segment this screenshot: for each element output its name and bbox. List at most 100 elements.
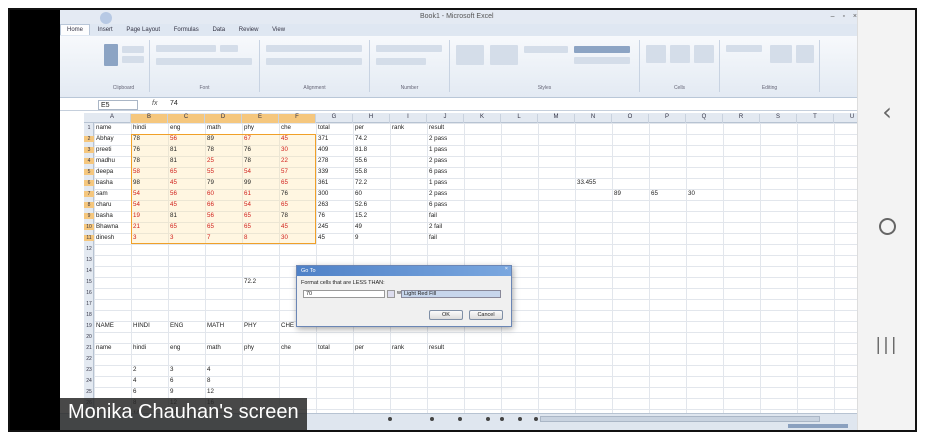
cell[interactable]: name: [96, 343, 111, 353]
cell[interactable]: 3: [170, 365, 173, 375]
cell[interactable]: hindi: [133, 343, 146, 353]
column-header[interactable]: L: [501, 114, 538, 123]
tab-data[interactable]: Data: [206, 25, 231, 35]
row-header[interactable]: 17: [84, 301, 94, 307]
cell[interactable]: deepa: [96, 167, 113, 177]
cell[interactable]: PHY: [244, 321, 257, 331]
cell[interactable]: che: [281, 123, 291, 133]
cell[interactable]: 300: [318, 189, 328, 199]
cell[interactable]: 6 pass: [429, 167, 447, 177]
cell[interactable]: 2 pass: [429, 189, 447, 199]
cell[interactable]: rank: [392, 123, 404, 133]
cell[interactable]: 30: [688, 189, 695, 199]
cell[interactable]: ENG: [170, 321, 183, 331]
cell[interactable]: 2: [133, 365, 136, 375]
row-header[interactable]: 21: [84, 345, 94, 351]
cell[interactable]: per: [355, 123, 364, 133]
cell[interactable]: 33.455: [577, 178, 596, 188]
cell[interactable]: 72.2: [355, 178, 367, 188]
row-header[interactable]: 9: [84, 213, 94, 219]
font-size-box[interactable]: [220, 45, 238, 52]
row-header[interactable]: 11: [84, 235, 94, 241]
cell[interactable]: fail: [429, 233, 437, 243]
paste-icon[interactable]: [104, 44, 118, 66]
cell[interactable]: NAME: [96, 321, 114, 331]
tab-formulas[interactable]: Formulas: [168, 25, 205, 35]
cell[interactable]: 339: [318, 167, 328, 177]
cell[interactable]: Abhay: [96, 134, 114, 144]
column-header[interactable]: B: [131, 114, 168, 123]
cell[interactable]: name: [96, 123, 111, 133]
recent-apps-icon[interactable]: |||: [858, 335, 915, 355]
column-header[interactable]: P: [649, 114, 686, 123]
zoom-slider[interactable]: [788, 424, 848, 428]
cell[interactable]: 2 pass: [429, 156, 447, 166]
cell[interactable]: 81.8: [355, 145, 367, 155]
column-header[interactable]: I: [390, 114, 427, 123]
cell[interactable]: 72.2: [244, 277, 256, 287]
cell[interactable]: 76: [318, 211, 325, 221]
cell[interactable]: 1 pass: [429, 178, 447, 188]
cell[interactable]: 15.2: [355, 211, 367, 221]
cell[interactable]: basha: [96, 178, 113, 188]
find-select-button[interactable]: [796, 45, 814, 63]
row-header[interactable]: 18: [84, 312, 94, 318]
row-header[interactable]: 10: [84, 224, 94, 230]
cell[interactable]: 1 pass: [429, 145, 447, 155]
cell[interactable]: che: [281, 343, 291, 353]
cell[interactable]: eng: [170, 343, 180, 353]
row-header[interactable]: 19: [84, 323, 94, 329]
column-header[interactable]: N: [575, 114, 612, 123]
row-header[interactable]: 22: [84, 356, 94, 362]
cell[interactable]: preeti: [96, 145, 111, 155]
cell[interactable]: 9: [170, 387, 173, 397]
cell[interactable]: dinesh: [96, 233, 114, 243]
row-header[interactable]: 3: [84, 147, 94, 153]
cell[interactable]: 6 pass: [429, 200, 447, 210]
cell[interactable]: rank: [392, 343, 404, 353]
function-icon[interactable]: fx: [152, 100, 157, 107]
cell[interactable]: 2 pass: [429, 134, 447, 144]
cell[interactable]: 278: [318, 156, 328, 166]
cancel-button[interactable]: Cancel: [469, 310, 503, 320]
column-header[interactable]: C: [168, 114, 205, 123]
formula-input[interactable]: 74: [170, 100, 178, 107]
row-header[interactable]: 7: [84, 191, 94, 197]
column-header[interactable]: T: [797, 114, 834, 123]
cell[interactable]: total: [318, 123, 330, 133]
cell[interactable]: madhu: [96, 156, 115, 166]
column-header[interactable]: Q: [686, 114, 723, 123]
column-header[interactable]: K: [464, 114, 501, 123]
row-header[interactable]: 23: [84, 367, 94, 373]
name-box[interactable]: E5: [98, 100, 138, 110]
cell[interactable]: charu: [96, 200, 111, 210]
font-name-box[interactable]: [156, 45, 216, 52]
cell[interactable]: math: [207, 123, 221, 133]
column-header[interactable]: J: [427, 114, 464, 123]
cell[interactable]: 6: [170, 376, 173, 386]
cell[interactable]: result: [429, 123, 444, 133]
range-picker-icon[interactable]: [387, 290, 395, 298]
cell[interactable]: 74.2: [355, 134, 367, 144]
cell[interactable]: phy: [244, 123, 254, 133]
column-header[interactable]: G: [316, 114, 353, 123]
cell[interactable]: 12: [207, 387, 214, 397]
cell[interactable]: per: [355, 343, 364, 353]
tab-review[interactable]: Review: [233, 25, 265, 35]
cell[interactable]: result: [429, 343, 444, 353]
cell[interactable]: 371: [318, 134, 328, 144]
cell[interactable]: CHE: [281, 321, 294, 331]
column-header[interactable]: F: [279, 114, 316, 123]
cell[interactable]: hindi: [133, 123, 146, 133]
column-header[interactable]: S: [760, 114, 797, 123]
home-icon[interactable]: [858, 218, 915, 239]
cell[interactable]: 8: [207, 376, 210, 386]
row-header[interactable]: 1: [84, 125, 94, 131]
cell[interactable]: 49: [355, 222, 362, 232]
threshold-input[interactable]: 70: [303, 290, 385, 298]
column-header[interactable]: M: [538, 114, 575, 123]
office-button-icon[interactable]: [100, 12, 112, 24]
ok-button[interactable]: OK: [429, 310, 463, 320]
cell[interactable]: math: [207, 343, 221, 353]
cell[interactable]: 361: [318, 178, 328, 188]
